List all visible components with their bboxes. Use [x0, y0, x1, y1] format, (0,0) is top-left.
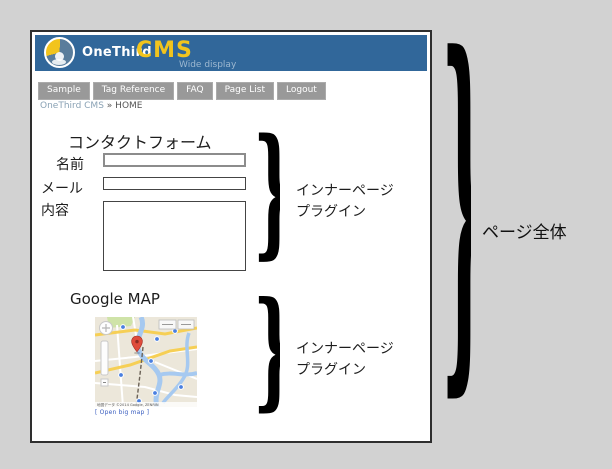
plugin-label-line2: プラグイン [296, 202, 426, 223]
inner-page-plugin-label-2: インナーページ プラグイン [296, 339, 426, 381]
nav-button-faq[interactable]: FAQ [177, 82, 212, 100]
curly-brace-google-map: } [253, 292, 280, 425]
whole-page-label: ページ全体 [482, 218, 567, 243]
plugin-label-line2: プラグイン [296, 360, 426, 381]
body-textarea[interactable] [103, 201, 246, 271]
site-header: OneThird CMS Wide display [35, 35, 427, 71]
diagram-canvas: OneThird CMS Wide display Sample Tag Ref… [0, 0, 612, 469]
body-label: 内容 [41, 200, 69, 220]
nav-bar: Sample Tag Reference FAQ Page List Logou… [38, 82, 326, 100]
browser-page: OneThird CMS Wide display Sample Tag Ref… [30, 30, 432, 443]
nav-button-sample[interactable]: Sample [38, 82, 90, 100]
nav-button-page-list[interactable]: Page List [216, 82, 274, 100]
name-input[interactable] [103, 153, 246, 167]
breadcrumb-separator: » [107, 101, 113, 111]
breadcrumb: OneThird CMS » HOME [40, 101, 142, 111]
plugin-label-line1: インナーページ [296, 181, 426, 202]
map-zoom-control[interactable] [101, 341, 108, 386]
inner-page-plugin-label-1: インナーページ プラグイン [296, 181, 426, 223]
curly-brace-contact-form: } [253, 128, 280, 274]
plugin-label-line1: インナーページ [296, 339, 426, 360]
header-subtitle: Wide display [179, 60, 236, 70]
nav-button-tag-reference[interactable]: Tag Reference [93, 82, 174, 100]
svg-text:}: } [253, 128, 280, 272]
contact-form-title: コンタクトフォーム [68, 129, 212, 153]
nav-button-logout[interactable]: Logout [277, 82, 326, 100]
email-input[interactable] [103, 177, 246, 190]
breadcrumb-home-link[interactable]: OneThird CMS [40, 101, 104, 111]
breadcrumb-current: HOME [115, 101, 142, 111]
svg-text:}: } [441, 31, 471, 428]
logo-figure-dot [52, 59, 66, 65]
google-map-title: Google MAP [70, 290, 160, 308]
google-map-thumbnail[interactable]: 地図データ ©2014 Google, ZENRIN [95, 317, 197, 407]
curly-brace-whole-page: } [441, 31, 471, 432]
map-attribution-text: 地図データ ©2014 Google, ZENRIN [97, 402, 159, 407]
svg-text:}: } [253, 292, 280, 423]
map-pan-control[interactable] [100, 322, 113, 335]
onethird-logo-icon [44, 37, 75, 68]
name-label: 名前 [56, 154, 84, 174]
open-big-map-link[interactable]: [ Open big map ] [95, 409, 149, 416]
email-label: メール [41, 178, 83, 198]
